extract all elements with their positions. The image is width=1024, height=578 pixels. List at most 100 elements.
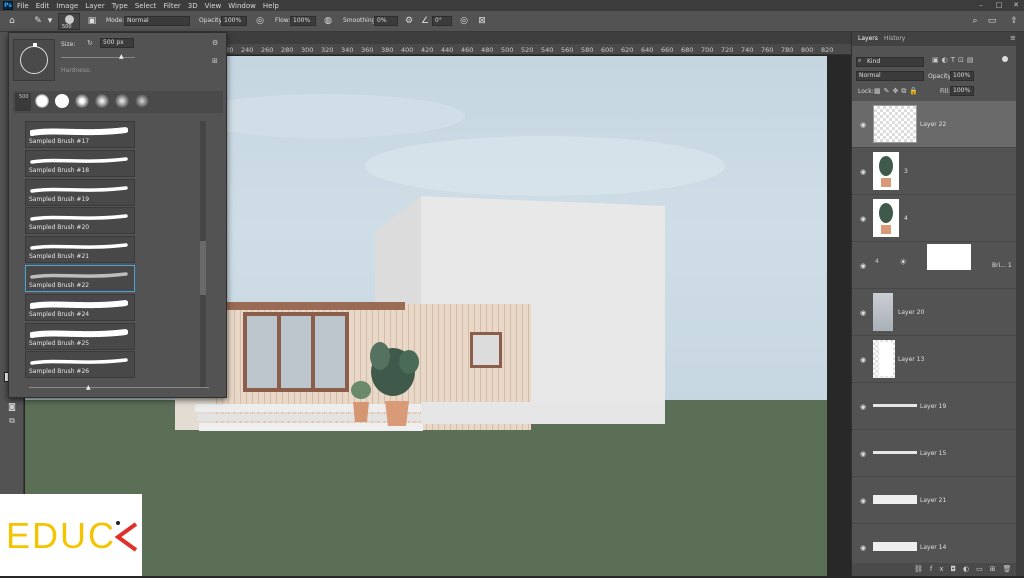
layer-row[interactable]: ◉ Layer 15 (852, 430, 1017, 477)
menu-help[interactable]: Help (263, 2, 279, 10)
chevron-down-icon[interactable]: ▾ (44, 15, 56, 27)
layer-row[interactable]: ◉ Layer 22 (852, 101, 1017, 148)
new-preset-icon[interactable]: ⊞ (212, 57, 218, 65)
visibility-eye-icon[interactable]: ◉ (860, 450, 866, 458)
gear-icon[interactable]: ⚙ (403, 15, 415, 27)
visibility-eye-icon[interactable]: ◉ (860, 309, 866, 317)
visibility-eye-icon[interactable]: ◉ (860, 121, 866, 129)
home-icon[interactable]: ⌂ (6, 15, 18, 27)
layer-name[interactable]: Layer 19 (920, 403, 946, 410)
size-slider-handle[interactable]: ▲ (119, 53, 124, 60)
brush-preset-item[interactable]: Sampled Brush #17 (25, 121, 135, 148)
layer-name[interactable]: Layer 20 (898, 309, 924, 316)
visibility-eye-icon[interactable]: ◉ (860, 215, 866, 223)
photoshop-logo-icon[interactable]: Ps (3, 1, 13, 10)
brush-preset-item[interactable]: Sampled Brush #24 (25, 293, 135, 321)
brush-tip-icon[interactable] (115, 94, 129, 108)
layer-row[interactable]: ◉ Layer 14 (852, 524, 1017, 563)
brush-preset-item[interactable]: Sampled Brush #25 (25, 322, 135, 350)
layer-opacity-field[interactable]: 100% (950, 71, 974, 81)
brush-tip-icon[interactable] (55, 94, 69, 108)
tab-layers[interactable]: Layers (858, 35, 878, 42)
brush-angle-handle[interactable] (33, 43, 37, 47)
layer-footer-icons[interactable]: ⛓fx◘◐▭⊞🗑 (852, 563, 1024, 576)
brush-tip-icon[interactable] (95, 94, 109, 108)
close-icon[interactable]: ✕ (1011, 1, 1021, 10)
menu-layer[interactable]: Layer (85, 2, 105, 10)
brush-list-scrollbar[interactable] (200, 121, 206, 387)
mode-select[interactable]: Normal (124, 16, 190, 26)
menu-edit[interactable]: Edit (36, 2, 50, 10)
layer-name[interactable]: Layer 21 (920, 497, 946, 504)
preview-slider-handle[interactable]: ▲ (86, 384, 91, 391)
layer-name[interactable]: Layer 15 (920, 450, 946, 457)
menu-filter[interactable]: Filter (163, 2, 180, 10)
layer-name[interactable]: Layer 22 (920, 121, 946, 128)
filter-icons[interactable]: ▣◐T⊡▤ (932, 56, 976, 64)
maximize-icon[interactable]: □ (994, 1, 1004, 10)
flow-field[interactable]: 100% (290, 16, 316, 26)
visibility-eye-icon[interactable]: ◉ (860, 262, 866, 270)
brush-tip-icon[interactable] (75, 94, 89, 108)
fill-field[interactable]: 100% (950, 86, 974, 96)
reset-icon[interactable]: ↻ (87, 39, 93, 47)
smoothing-field[interactable]: 0% (374, 16, 398, 26)
symmetry-icon[interactable]: ⊠ (476, 15, 488, 27)
quick-mask-icon[interactable]: ◙ (5, 402, 19, 412)
gear-icon[interactable]: ⚙ (212, 39, 218, 47)
brush-preset-item[interactable]: Sampled Brush #26 (25, 351, 135, 379)
menu-file[interactable]: File (17, 2, 29, 10)
layer-row[interactable]: ◉ Layer 20 (852, 289, 1017, 336)
layer-row[interactable]: ◉ Layer 19 (852, 383, 1017, 430)
menu-view[interactable]: View (205, 2, 222, 10)
brush-preset-item[interactable]: Sampled Brush #21 (25, 236, 135, 264)
layer-row[interactable]: ◉ Layer 21 (852, 477, 1017, 524)
share-icon[interactable]: ⇪ (1008, 15, 1020, 27)
brush-tool-icon[interactable]: ✎ (32, 15, 44, 27)
pressure-size-icon[interactable]: ◎ (458, 15, 470, 27)
search-icon[interactable]: ⌕ (969, 15, 981, 27)
brush-preset-item[interactable]: Sampled Brush #19 (25, 178, 135, 206)
size-field[interactable]: 500 px (100, 38, 134, 48)
layer-name[interactable]: Layer 14 (920, 544, 946, 551)
angle-field[interactable]: 0° (432, 16, 452, 26)
menu-image[interactable]: Image (56, 2, 78, 10)
layer-row[interactable]: ◉ ☀ 4 Bri... 1 (852, 242, 1017, 289)
pressure-opacity-icon[interactable]: ◎ (254, 15, 266, 27)
airbrush-icon[interactable]: ◍ (322, 15, 334, 27)
lock-icons[interactable]: ▦✎✥⧉🔒 (874, 87, 921, 96)
visibility-eye-icon[interactable]: ◉ (860, 403, 866, 411)
visibility-eye-icon[interactable]: ◉ (860, 168, 866, 176)
brush-angle-preview[interactable] (13, 39, 55, 81)
menu-type[interactable]: Type (112, 2, 128, 10)
screen-mode-icon[interactable]: ⧉ (5, 416, 19, 426)
layer-name[interactable]: 3 (904, 168, 908, 175)
brush-preset-item[interactable]: Sampled Brush #22 (25, 265, 135, 292)
layer-filter-select[interactable]: Kind (856, 57, 924, 67)
brush-settings-icon[interactable]: ▣ (86, 15, 98, 27)
layer-row[interactable]: ◉ 3 (852, 148, 1017, 195)
opacity-field[interactable]: 100% (221, 16, 247, 26)
menu-3d[interactable]: 3D (188, 2, 198, 10)
brush-preset-picker[interactable]: 500 (58, 13, 80, 30)
layer-row[interactable]: ◉ 4 (852, 195, 1017, 242)
tab-history[interactable]: History (884, 35, 905, 42)
minimize-icon[interactable]: – (976, 1, 986, 10)
menu-select[interactable]: Select (135, 2, 157, 10)
brush-preset-item[interactable]: Sampled Brush #20 (25, 207, 135, 235)
brush-preset-item[interactable]: Sampled Brush #18 (25, 149, 135, 177)
recent-brush-tip[interactable]: 500 (15, 93, 31, 111)
blend-mode-select[interactable]: Normal (856, 71, 924, 81)
workspace-icon[interactable]: ▭ (986, 15, 998, 27)
brush-tip-icon[interactable] (35, 94, 49, 108)
menu-window[interactable]: Window (228, 2, 256, 10)
scrollbar-thumb[interactable] (200, 241, 206, 295)
layer-row[interactable]: ◉ Layer 13 (852, 336, 1017, 383)
panel-menu-icon[interactable]: ≡ (1010, 34, 1016, 42)
visibility-eye-icon[interactable]: ◉ (860, 497, 866, 505)
visibility-eye-icon[interactable]: ◉ (860, 356, 866, 364)
layer-name[interactable]: Layer 13 (898, 356, 924, 363)
layer-name[interactable]: Bri... 1 (992, 262, 1012, 269)
brush-tip-icon[interactable] (135, 94, 149, 108)
preview-slider-track[interactable] (29, 387, 209, 388)
